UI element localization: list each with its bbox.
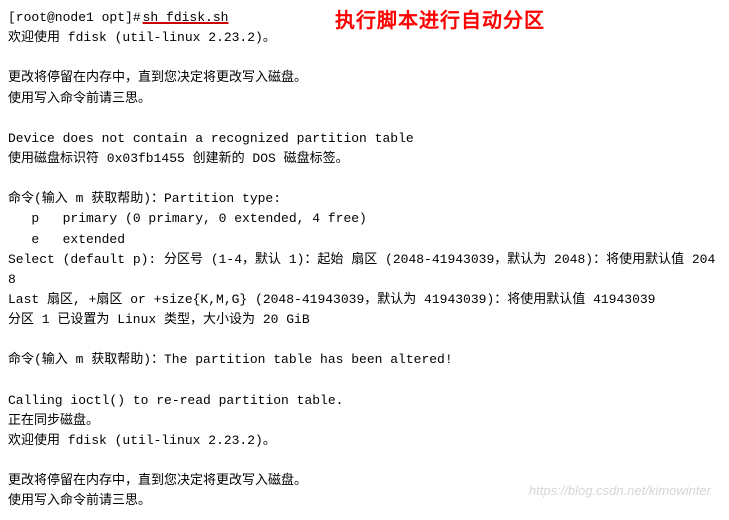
blank-line: [8, 169, 721, 189]
annotation-label: 执行脚本进行自动分区: [335, 6, 545, 37]
output-line: Last 扇区, +扇区 or +size{K,M,G} (2048-41943…: [8, 290, 721, 310]
shell-command: sh fdisk.sh: [143, 8, 229, 28]
shell-prompt: [root@node1 opt]#: [8, 8, 141, 28]
blank-line: [8, 371, 721, 391]
output-line: Select (default p): 分区号 (1-4，默认 1)：起始 扇区…: [8, 250, 721, 290]
output-line: p primary (0 primary, 0 extended, 4 free…: [8, 209, 721, 229]
output-line: Calling ioctl() to re-read partition tab…: [8, 391, 721, 411]
output-line: 更改将停留在内存中，直到您决定将更改写入磁盘。: [8, 471, 721, 491]
output-line: 更改将停留在内存中，直到您决定将更改写入磁盘。: [8, 68, 721, 88]
blank-line: [8, 451, 721, 471]
output-line: 命令(输入 m 获取帮助)：The partition table has be…: [8, 350, 721, 370]
output-line: 使用写入命令前请三思。: [8, 89, 721, 109]
welcome-line-1: 欢迎使用 fdisk (util-linux 2.23.2)。: [8, 28, 276, 48]
blank-line: [8, 109, 721, 129]
output-line: Device does not contain a recognized par…: [8, 129, 721, 149]
blank-line: [8, 330, 721, 350]
output-line: 欢迎使用 fdisk (util-linux 2.23.2)。: [8, 431, 721, 451]
output-line: 使用磁盘标识符 0x03fb1455 创建新的 DOS 磁盘标签。: [8, 149, 721, 169]
output-line: 分区 1 已设置为 Linux 类型，大小设为 20 GiB: [8, 310, 721, 330]
output-line: 正在同步磁盘。: [8, 411, 721, 431]
output-line: 使用写入命令前请三思。: [8, 491, 721, 511]
output-line: 命令(输入 m 获取帮助)：Partition type:: [8, 189, 721, 209]
output-line: e extended: [8, 230, 721, 250]
blank-line: [8, 48, 721, 68]
